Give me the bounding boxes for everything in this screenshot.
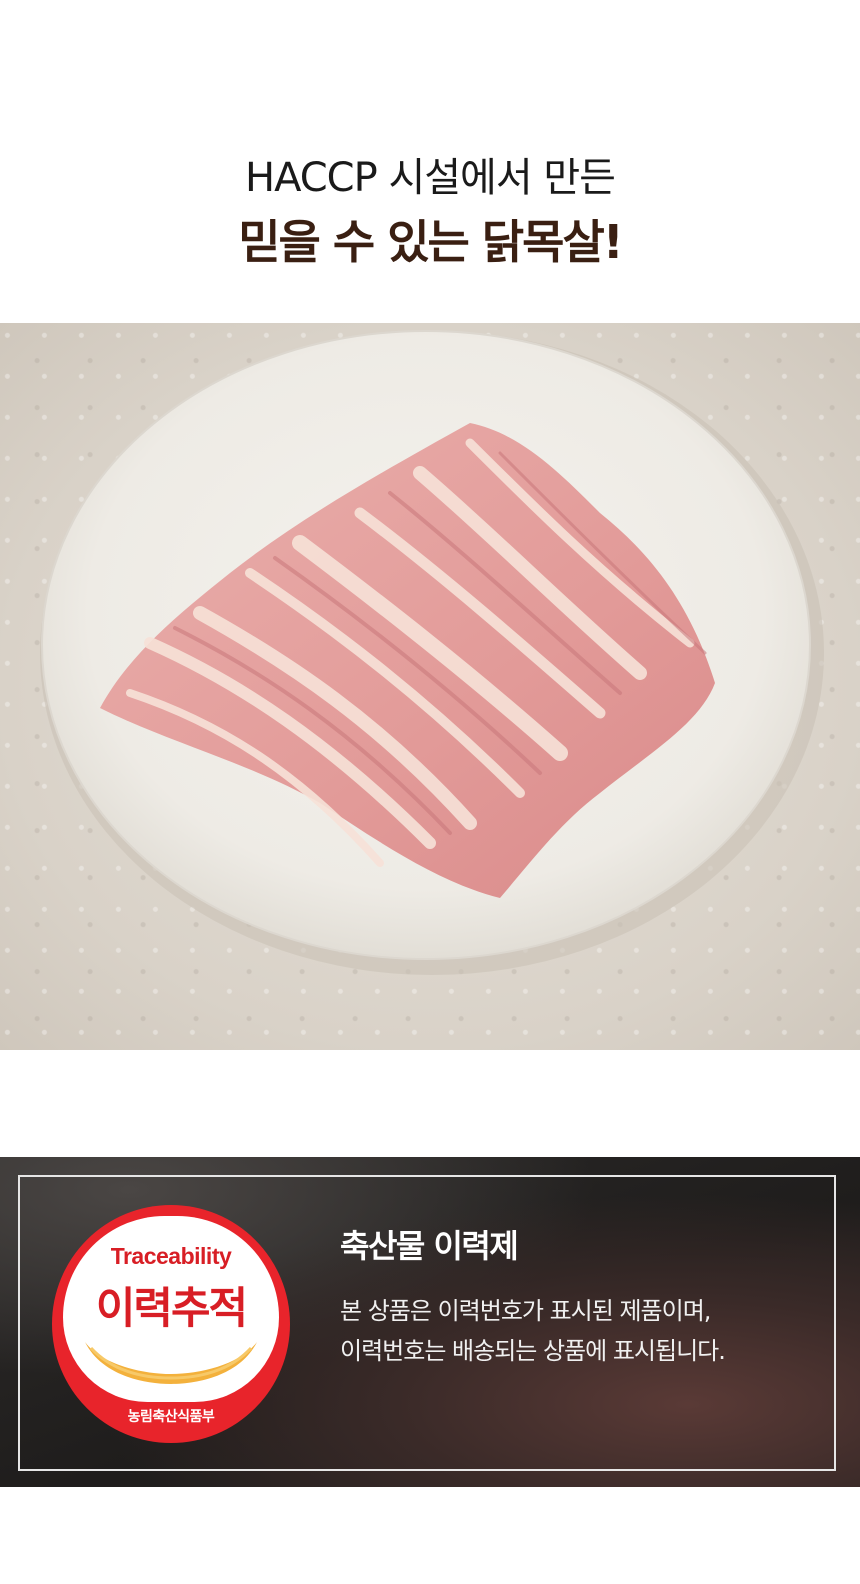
badge-english-label: Traceability	[110, 1243, 232, 1269]
headline-title: 믿을 수 있는 닭목살!	[238, 215, 624, 269]
badge-ministry-label: 농림축산식품부	[127, 1409, 215, 1425]
traceability-description: 본 상품은 이력번호가 표시된 제품이며, 이력번호는 배송되는 상품에 표시됩…	[340, 1291, 820, 1371]
badge-inner: Traceability 이력추적	[63, 1216, 279, 1402]
headline-subtitle: HACCP 시설에서 만든	[245, 155, 616, 201]
description-line: 본 상품은 이력번호가 표시된 제품이며,	[340, 1297, 711, 1325]
headline: HACCP 시설에서 만든 믿을 수 있는 닭목살!	[0, 150, 860, 274]
badge-swoosh-icon	[85, 1342, 257, 1384]
badge-korean-label: 이력추적	[95, 1284, 248, 1334]
product-photo	[0, 323, 860, 1050]
traceability-title: 축산물 이력제	[340, 1227, 519, 1265]
description-line: 이력번호는 배송되는 상품에 표시됩니다.	[340, 1337, 726, 1365]
chicken-neck-meat-on-plate-photo	[40, 330, 824, 975]
traceability-banner: Traceability 이력추적 농림축산식품부 축산물 이력제 본 상품은 …	[0, 1157, 860, 1487]
traceability-badge: Traceability 이력추적 농림축산식품부	[52, 1205, 290, 1443]
